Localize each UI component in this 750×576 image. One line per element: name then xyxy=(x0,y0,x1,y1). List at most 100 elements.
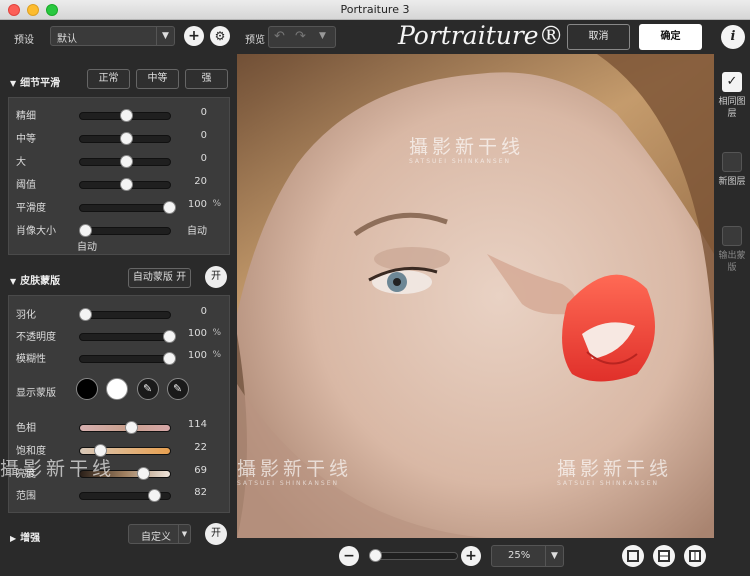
redo-icon[interactable]: ↷ xyxy=(295,29,306,44)
preset-value: 默认 xyxy=(57,34,77,45)
split-vertical-button[interactable] xyxy=(684,545,706,567)
skin-slider[interactable] xyxy=(78,308,171,321)
show-mask-label: 显示蒙版 xyxy=(16,388,56,399)
same-layer-checkbox[interactable]: ✓ xyxy=(722,72,742,92)
undo-icon[interactable]: ↶ xyxy=(274,29,285,44)
white-mask-swatch[interactable] xyxy=(106,378,128,400)
mode-strong-button[interactable]: 强 xyxy=(185,69,228,89)
chevron-down-icon: ▼ xyxy=(545,546,563,566)
slider-knob[interactable] xyxy=(147,489,161,502)
triangle-right-icon: ▶ xyxy=(10,534,17,543)
skin-slider[interactable] xyxy=(79,352,177,365)
image-preview[interactable]: 攝影新干线 SATSUEI SHINKANSEN 攝影新干线 SATSUEI S… xyxy=(237,54,714,538)
cancel-button[interactable]: 取消 xyxy=(567,24,630,50)
enhance-preset-dropdown[interactable]: 自定义 ▼ xyxy=(128,524,191,544)
watermark-subtitle: SATSUEI SHINKANSEN xyxy=(557,480,659,487)
detail-slider-value: 0 xyxy=(200,130,207,141)
triangle-down-icon: ▼ xyxy=(10,79,17,88)
triangle-down-icon: ▼ xyxy=(10,277,17,286)
detail-slider-label: 大 xyxy=(16,157,26,168)
slider-knob[interactable] xyxy=(136,467,150,480)
mode-normal-button[interactable]: 正常 xyxy=(87,69,130,89)
same-layer-label: 相同图层 xyxy=(718,97,746,119)
skin-mask-toggle[interactable]: 开 xyxy=(205,266,227,288)
skin-slider-label: 模糊性 xyxy=(16,354,46,365)
slider-knob[interactable] xyxy=(124,421,138,434)
preset-label: 预设 xyxy=(14,35,34,46)
chevron-down-icon: ▼ xyxy=(156,27,174,45)
detail-slider[interactable] xyxy=(79,109,171,122)
skin-mask-header[interactable]: ▼ 皮肤蒙版 xyxy=(10,272,60,287)
preset-dropdown[interactable]: 默认 ▼ xyxy=(50,26,175,46)
new-layer-checkbox[interactable] xyxy=(722,152,742,172)
watermark-subtitle: SATSUEI SHINKANSEN xyxy=(409,158,511,165)
title-bar: Portraiture 3 xyxy=(0,0,750,20)
header-toolbar: 预设 默认 ▼ + ⚙ 预览 ↶ ↷ ▼ Portraiture® 3 取消 确… xyxy=(0,20,750,54)
zoom-toolbar: − + 25% ▼ xyxy=(237,538,714,576)
black-mask-swatch[interactable] xyxy=(76,378,98,400)
zoom-slider[interactable] xyxy=(369,549,458,562)
detail-slider[interactable] xyxy=(79,178,171,191)
slider-knob[interactable] xyxy=(120,178,133,191)
detail-slider[interactable] xyxy=(79,132,171,145)
skin-slider-unit: % xyxy=(212,350,221,360)
slider-knob[interactable] xyxy=(78,224,92,237)
detail-slider-label: 肖像大小 xyxy=(16,226,56,237)
slider-knob[interactable] xyxy=(120,109,133,122)
info-icon: i xyxy=(730,29,736,44)
add-preset-button[interactable]: + xyxy=(184,26,204,46)
skin-slider-value: 100 xyxy=(187,328,207,339)
history-controls: ↶ ↷ ▼ xyxy=(268,26,336,48)
preset-settings-button[interactable]: ⚙ xyxy=(210,26,230,46)
minimize-window-button[interactable] xyxy=(27,4,39,16)
split-horizontal-button[interactable] xyxy=(653,545,675,567)
checkmark-icon: ✓ xyxy=(726,74,738,89)
output-mask-checkbox[interactable] xyxy=(722,226,742,246)
skin-slider-value: 0 xyxy=(200,306,207,317)
mask-color-slider[interactable] xyxy=(79,489,171,502)
gear-icon: ⚙ xyxy=(214,29,226,43)
zoom-slider-knob[interactable] xyxy=(369,549,383,562)
skin-slider-unit: % xyxy=(212,328,221,338)
slider-knob[interactable] xyxy=(163,330,177,343)
auto-mask-button[interactable]: 自动蒙版 开 xyxy=(128,268,191,288)
zoom-out-button[interactable]: − xyxy=(339,546,359,566)
zoom-dropdown[interactable]: 25% ▼ xyxy=(491,545,564,567)
detail-slider[interactable] xyxy=(79,155,171,168)
detail-slider[interactable] xyxy=(79,201,177,214)
plus-icon: + xyxy=(188,28,200,44)
skin-slider-value: 100 xyxy=(187,350,207,361)
skin-slider[interactable] xyxy=(79,330,177,343)
portraiture-window: Portraiture 3 预设 默认 ▼ + ⚙ 预览 ↶ ↷ ▼ Portr… xyxy=(0,0,750,576)
slider-knob[interactable] xyxy=(78,308,92,321)
mask-color-slider[interactable] xyxy=(79,421,171,434)
history-dropdown-icon[interactable]: ▼ xyxy=(319,31,326,41)
enhance-toggle[interactable]: 开 xyxy=(205,523,227,545)
slider-knob[interactable] xyxy=(120,155,133,168)
output-panel: ✓ 相同图层 新图层 输出蒙版 xyxy=(714,54,750,576)
detail-slider[interactable] xyxy=(78,224,171,237)
slider-knob[interactable] xyxy=(163,352,177,365)
zoom-in-button[interactable]: + xyxy=(461,546,481,566)
add-color-picker[interactable]: ✎ xyxy=(137,378,159,400)
zoom-window-button[interactable] xyxy=(46,4,58,16)
enhance-header[interactable]: ▶ 增强 xyxy=(10,529,40,544)
slider-knob[interactable] xyxy=(120,132,133,145)
single-view-button[interactable] xyxy=(622,545,644,567)
info-button[interactable]: i xyxy=(721,25,745,49)
single-view-icon xyxy=(627,550,639,562)
detail-slider-value: 自动 xyxy=(187,226,207,237)
minus-icon: − xyxy=(343,548,355,564)
slider-knob[interactable] xyxy=(163,201,177,214)
detail-slider-value: 100 xyxy=(187,199,207,210)
enhance-title: 增强 xyxy=(20,533,41,544)
detail-smoothing-header[interactable]: ▼ 细节平滑 xyxy=(10,74,60,89)
mode-medium-button[interactable]: 中等 xyxy=(136,69,179,89)
settings-panel: ▼ 细节平滑 正常 中等 强 精细 0 中等 0 大 0 阈值 20 平滑度 100% 肖像大小 自动自… xyxy=(0,54,237,576)
watermark: 攝影新干线 xyxy=(0,458,116,480)
ok-button[interactable]: 确定 xyxy=(639,24,702,50)
remove-color-picker[interactable]: ✎ xyxy=(167,378,189,400)
mask-color-slider-value: 22 xyxy=(194,442,207,453)
new-layer-label: 新图层 xyxy=(718,177,746,187)
close-window-button[interactable] xyxy=(8,4,20,16)
